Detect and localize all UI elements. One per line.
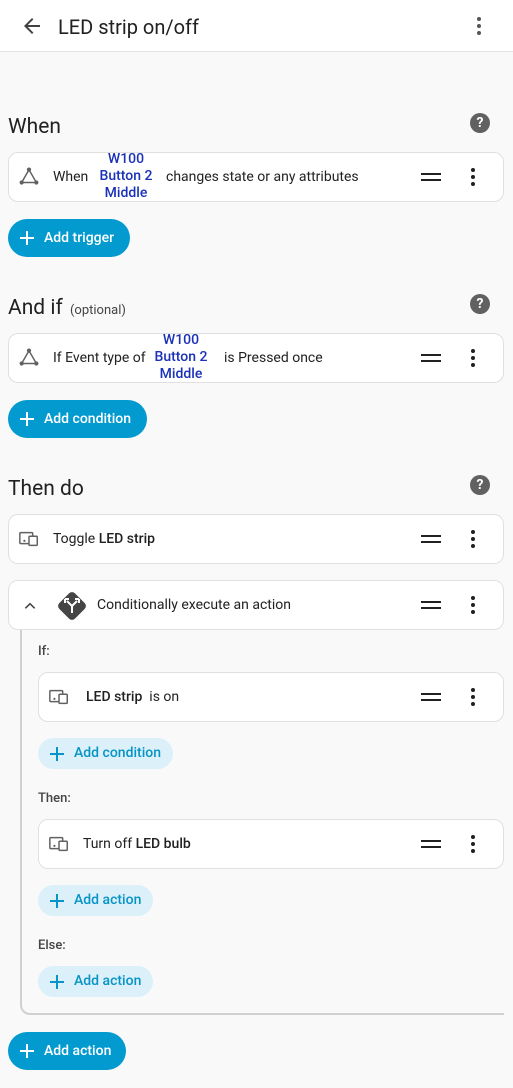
condition-prefix: If Event type of bbox=[53, 350, 146, 366]
plus-icon bbox=[50, 975, 64, 989]
then-label: Then: bbox=[38, 791, 71, 806]
drag-handle-icon[interactable] bbox=[421, 693, 441, 701]
help-icon[interactable]: ? bbox=[470, 113, 490, 133]
drag-handle-icon[interactable] bbox=[421, 354, 441, 362]
plus-icon bbox=[50, 894, 64, 908]
condition-entity-link[interactable]: W100 Button 2 Middle bbox=[152, 332, 210, 383]
device-icon bbox=[49, 689, 68, 705]
section-title-then-do: Then do bbox=[8, 477, 84, 501]
plus-icon bbox=[50, 747, 64, 761]
nested-condition-text: LED strip is on bbox=[86, 689, 180, 705]
trigger-entity-link[interactable]: W100 Button 2 Middle bbox=[97, 151, 155, 202]
nested-action-card[interactable]: Turn off LED bulb bbox=[38, 819, 504, 869]
condition-card[interactable]: If Event type of W100 Button 2 Middle is P… bbox=[8, 332, 504, 383]
if-label: If: bbox=[38, 644, 50, 659]
device-icon bbox=[49, 836, 68, 852]
choose-title: Conditionally execute an action bbox=[97, 597, 291, 613]
drag-handle-icon[interactable] bbox=[421, 173, 441, 181]
device-icon bbox=[19, 531, 38, 547]
drag-handle-icon[interactable] bbox=[421, 601, 441, 609]
chevron-up-icon[interactable] bbox=[23, 599, 37, 613]
drag-handle-icon[interactable] bbox=[421, 535, 441, 543]
action-text: Toggle LED strip bbox=[53, 531, 156, 547]
arrow-left-icon[interactable] bbox=[20, 14, 44, 38]
kebab-menu-icon[interactable] bbox=[470, 596, 476, 614]
kebab-menu-icon[interactable] bbox=[467, 14, 491, 38]
kebab-menu-icon[interactable] bbox=[470, 835, 476, 853]
plus-icon bbox=[20, 412, 34, 426]
add-trigger-button[interactable]: Add trigger bbox=[8, 219, 130, 257]
else-label: Else: bbox=[38, 938, 66, 953]
kebab-menu-icon[interactable] bbox=[470, 688, 476, 706]
add-action-button[interactable]: Add action bbox=[8, 1032, 126, 1070]
kebab-menu-icon[interactable] bbox=[470, 349, 476, 367]
add-action-button-else[interactable]: Add action bbox=[38, 966, 153, 997]
trigger-prefix: When bbox=[53, 169, 89, 185]
add-condition-button-nested[interactable]: Add condition bbox=[38, 738, 173, 769]
nested-action-text: Turn off LED bulb bbox=[83, 836, 191, 852]
plus-icon bbox=[20, 231, 34, 245]
section-title-when: When bbox=[8, 115, 61, 139]
top-app-bar: LED strip on/off bbox=[0, 0, 513, 52]
trigger-card[interactable]: When W100 Button 2 Middle changes state or… bbox=[8, 151, 504, 202]
page-title: LED strip on/off bbox=[58, 15, 199, 39]
section-title-and-if: And if (optional) bbox=[8, 296, 126, 320]
kebab-menu-icon[interactable] bbox=[470, 168, 476, 186]
drag-handle-icon[interactable] bbox=[421, 840, 441, 848]
trigger-icon bbox=[19, 348, 39, 366]
trigger-suffix: changes state or any attributes bbox=[166, 169, 359, 185]
add-action-button-then[interactable]: Add action bbox=[38, 885, 153, 916]
help-icon[interactable]: ? bbox=[470, 294, 490, 314]
optional-label: (optional) bbox=[69, 303, 126, 318]
action-card-choose[interactable]: Conditionally execute an action bbox=[8, 580, 504, 630]
action-card-toggle[interactable]: Toggle LED strip bbox=[8, 514, 504, 564]
kebab-menu-icon[interactable] bbox=[470, 530, 476, 548]
condition-suffix: is Pressed once bbox=[224, 350, 323, 366]
nested-condition-card[interactable]: LED strip is on bbox=[38, 672, 504, 722]
branch-icon bbox=[58, 592, 86, 620]
plus-icon bbox=[20, 1044, 34, 1058]
trigger-icon bbox=[19, 167, 39, 185]
add-condition-button[interactable]: Add condition bbox=[8, 400, 147, 438]
help-icon[interactable]: ? bbox=[470, 475, 490, 495]
